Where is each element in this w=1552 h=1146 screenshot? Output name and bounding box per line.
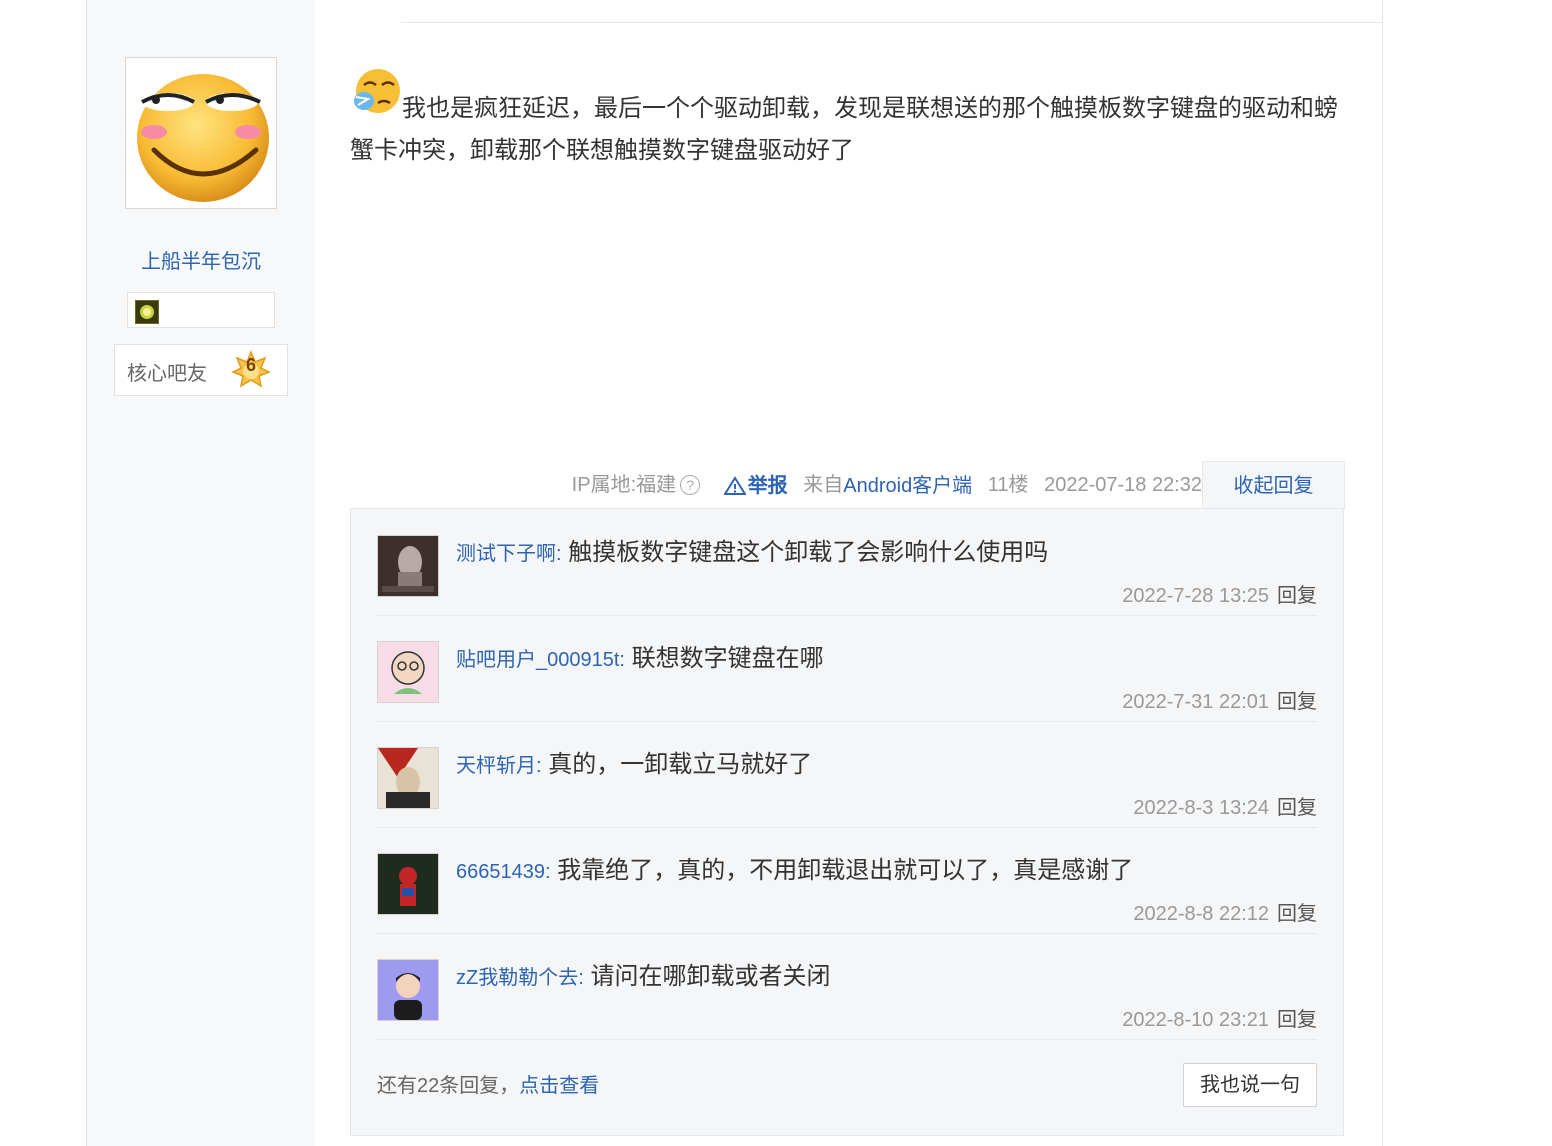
- reply-button[interactable]: 回复: [1277, 691, 1317, 713]
- reply-text: 触摸板数字键盘这个卸载了会影响什么使用吗: [568, 539, 1049, 566]
- reply-item: 贴吧用户_000915t: 联想数字键盘在哪 2022-7-31 22:01 回复: [377, 615, 1317, 722]
- level-name: 核心吧友: [127, 361, 207, 385]
- reply-username[interactable]: 测试下子啊: [456, 543, 556, 565]
- view-more-link[interactable]: 点击查看: [519, 1075, 599, 1097]
- reply-username[interactable]: zZ我勒勒个去: [456, 967, 578, 989]
- reply-username[interactable]: 贴吧用户_000915t: [456, 649, 619, 671]
- post-content: 我也是疯狂延迟，最后一个个驱动卸载，发现是联想送的那个触摸板数字键盘的驱动和螃蟹…: [350, 95, 1338, 164]
- author-avatar[interactable]: [125, 57, 277, 209]
- reply-button[interactable]: 回复: [1277, 903, 1317, 925]
- reply-avatar[interactable]: [377, 535, 439, 597]
- more-replies-row: 还有22条回复，点击查看: [377, 1069, 599, 1098]
- post-meta-row: IP属地:福建? 举报 来自Android客户端 11楼 2022-07-18 …: [350, 462, 1202, 508]
- reply-item: 66651439: 我靠绝了，真的，不用卸载退出就可以了，真是感谢了 2022-…: [377, 827, 1317, 934]
- reply-button[interactable]: 回复: [1277, 797, 1317, 819]
- reply-meta: 2022-7-31 22:01 回复: [1122, 685, 1317, 714]
- reply-item: 测试下子啊: 触摸板数字键盘这个卸载了会影响什么使用吗 2022-7-28 13…: [377, 509, 1317, 616]
- reply-avatar[interactable]: [377, 641, 439, 703]
- reply-avatar[interactable]: [377, 853, 439, 915]
- reply-avatar[interactable]: [377, 747, 439, 809]
- more-replies-text: 还有22条回复，: [377, 1075, 520, 1097]
- reply-time: 2022-7-31 22:01: [1122, 691, 1269, 713]
- post-datetime: 2022-07-18 22:32: [1044, 474, 1202, 497]
- reply-meta: 2022-8-3 13:24 回复: [1133, 791, 1317, 820]
- reply-line: 天枰斩月: 真的，一卸载立马就好了: [456, 751, 813, 778]
- smiley-avatar-icon: [137, 74, 269, 202]
- collapse-replies-button[interactable]: 收起回复: [1202, 461, 1345, 510]
- client-link[interactable]: Android客户端: [843, 463, 972, 509]
- reply-item: zZ我勒勒个去: 请问在哪卸载或者关闭 2022-8-10 23:21 回复: [377, 933, 1317, 1040]
- reply-meta: 2022-7-28 13:25 回复: [1122, 579, 1317, 608]
- floor-number: 11楼: [987, 474, 1029, 497]
- reply-text: 联想数字键盘在哪: [631, 645, 824, 672]
- reply-button[interactable]: 回复: [1277, 1009, 1317, 1031]
- author-column: 上船半年包沉 核心吧友 6: [87, 0, 315, 1146]
- reply-text: 真的，一卸载立马就好了: [548, 751, 813, 778]
- reply-meta: 2022-8-10 23:21 回复: [1122, 1003, 1317, 1032]
- top-divider: [401, 22, 1382, 23]
- author-badge-box: [127, 292, 275, 328]
- report-link[interactable]: 举报: [723, 462, 788, 509]
- reply-button[interactable]: 回复: [1277, 585, 1317, 607]
- level-box: 核心吧友 6: [114, 344, 288, 396]
- level-number: 6: [245, 355, 256, 375]
- reply-time: 2022-8-3 13:24: [1133, 797, 1269, 819]
- add-reply-button[interactable]: 我也说一句: [1183, 1063, 1317, 1107]
- warning-icon: [723, 475, 746, 495]
- help-icon[interactable]: ?: [680, 475, 701, 496]
- client-source: 来自Android客户端: [803, 462, 972, 509]
- report-label: 举报: [747, 474, 788, 497]
- reply-text: 我靠绝了，真的，不用卸载退出就可以了，真是感谢了: [557, 857, 1134, 884]
- reply-line: 贴吧用户_000915t: 联想数字键盘在哪: [456, 645, 824, 672]
- reply-time: 2022-8-10 23:21: [1122, 1009, 1269, 1031]
- reply-item: 天枰斩月: 真的，一卸载立马就好了 2022-8-3 13:24 回复: [377, 721, 1317, 828]
- author-name-link[interactable]: 上船半年包沉: [87, 245, 315, 274]
- reply-box: 测试下子啊: 触摸板数字键盘这个卸载了会影响什么使用吗 2022-7-28 13…: [350, 508, 1344, 1136]
- member-badge-icon[interactable]: [135, 300, 159, 324]
- reply-time: 2022-7-28 13:25: [1122, 585, 1269, 607]
- ip-location: IP属地:福建: [571, 474, 677, 497]
- reply-line: 66651439: 我靠绝了，真的，不用卸载退出就可以了，真是感谢了: [456, 857, 1134, 884]
- reply-avatar[interactable]: [377, 959, 439, 1021]
- reply-time: 2022-8-8 22:12: [1133, 903, 1269, 925]
- reply-line: zZ我勒勒个去: 请问在哪卸载或者关闭: [456, 963, 831, 990]
- reply-meta: 2022-8-8 22:12 回复: [1133, 897, 1317, 926]
- reply-line: 测试下子啊: 触摸板数字键盘这个卸载了会影响什么使用吗: [456, 539, 1049, 566]
- reply-username[interactable]: 天枰斩月: [456, 755, 536, 777]
- reply-text: 请问在哪卸载或者关闭: [590, 963, 831, 990]
- reply-username[interactable]: 66651439: [456, 861, 545, 883]
